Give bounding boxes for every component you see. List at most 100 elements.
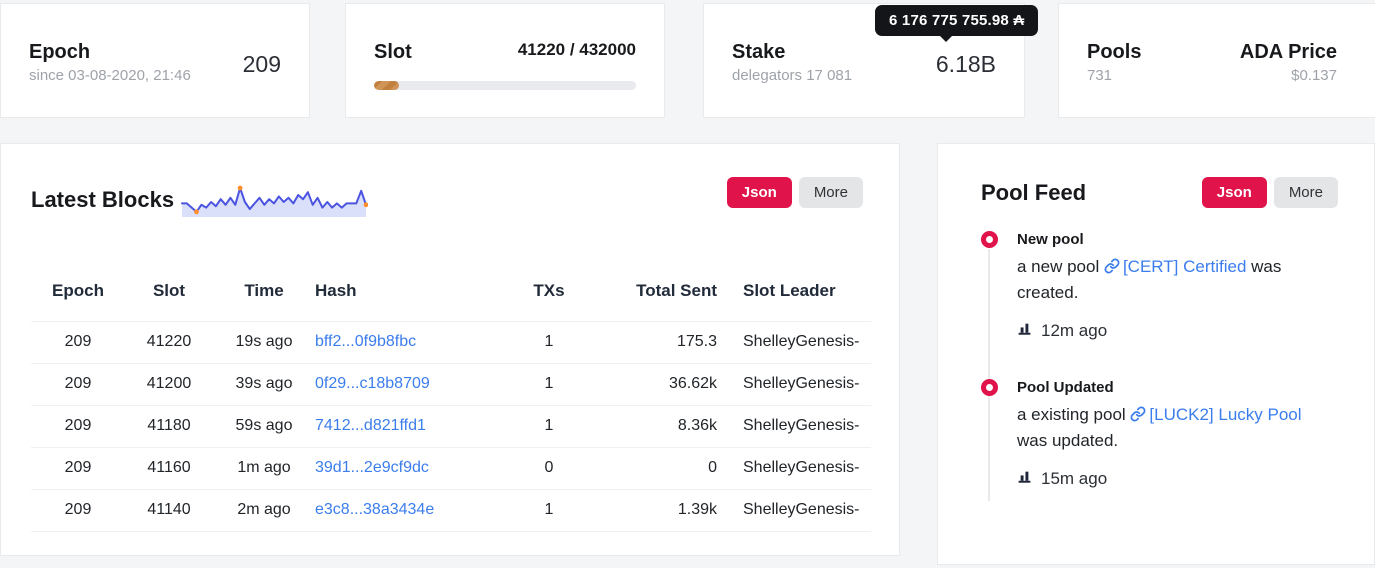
pools-value: 731 bbox=[1087, 67, 1113, 84]
slot-card: Slot 41220 / 432000 bbox=[345, 3, 665, 118]
feed-item-title: Pool Updated bbox=[1017, 379, 1114, 396]
cell-slot: 41200 bbox=[125, 362, 213, 405]
pool-feed-title: Pool Feed bbox=[981, 180, 1087, 205]
hash-link[interactable]: 7412...d821ffd1 bbox=[315, 417, 426, 434]
cell-slot-leader: ShelleyGenesis- bbox=[717, 488, 871, 532]
cell-total-sent: 175.3 bbox=[597, 320, 717, 363]
table-row: 209 41200 39s ago 0f29...c18b8709 1 36.62k She… bbox=[31, 362, 871, 405]
cell-slot: 41180 bbox=[125, 404, 213, 447]
cell-epoch: 209 bbox=[31, 404, 125, 447]
feed-item-title: New pool bbox=[1017, 231, 1084, 248]
feed-more-button[interactable]: More bbox=[1273, 177, 1338, 208]
pool-link[interactable]: [LUCK2] Lucky Pool bbox=[1130, 405, 1302, 424]
table-header-row: Epoch Slot Time Hash TXs Total Sent Slot… bbox=[31, 261, 871, 321]
latest-blocks-panel: Latest Blocks Json More Epoch Slot Time … bbox=[0, 143, 900, 556]
feed-item-time: 12m ago bbox=[1041, 321, 1108, 340]
cell-epoch: 209 bbox=[31, 362, 125, 405]
feed-marker-icon bbox=[981, 231, 998, 248]
activity-bars-icon bbox=[1018, 323, 1031, 335]
cell-txs: 1 bbox=[501, 404, 597, 447]
cell-epoch: 209 bbox=[31, 446, 125, 489]
blocks-more-button[interactable]: More bbox=[798, 177, 863, 208]
cell-hash: 0f29...c18b8709 bbox=[315, 362, 501, 405]
cell-time: 59s ago bbox=[213, 404, 315, 447]
pool-feed-panel: Pool Feed Json More New pool a new pool [… bbox=[937, 143, 1375, 565]
stake-subtitle: delegators 17 081 bbox=[732, 67, 853, 84]
table-row: 209 41160 1m ago 39d1...2e9cf9dc 0 0 ShelleyGe… bbox=[31, 446, 871, 489]
cell-total-sent: 36.62k bbox=[597, 362, 717, 405]
epoch-card: Epoch since 03-08-2020, 21:46 209 bbox=[0, 3, 310, 118]
activity-bars-icon bbox=[1018, 471, 1031, 483]
slot-progress-fill bbox=[374, 81, 399, 90]
cell-txs: 1 bbox=[501, 488, 597, 532]
chain-link-icon bbox=[1130, 406, 1146, 422]
cell-epoch: 209 bbox=[31, 488, 125, 532]
cell-total-sent: 0 bbox=[597, 446, 717, 489]
col-header-hash: Hash bbox=[315, 280, 357, 300]
cell-total-sent: 1.39k bbox=[597, 488, 717, 532]
feed-item: New pool a new pool [CERT] Certified was … bbox=[981, 231, 1338, 341]
cell-total-sent: 8.36k bbox=[597, 404, 717, 447]
hash-link[interactable]: e3c8...38a3434e bbox=[315, 501, 434, 518]
latest-blocks-title: Latest Blocks bbox=[31, 187, 175, 212]
slot-progress-bar bbox=[374, 81, 636, 90]
chain-link-icon bbox=[1104, 258, 1120, 274]
slot-value: 41220 / 432000 bbox=[517, 40, 636, 59]
epoch-value: 209 bbox=[242, 51, 281, 77]
cell-slot: 41140 bbox=[125, 488, 213, 532]
blocks-json-button[interactable]: Json bbox=[726, 177, 792, 208]
col-header-slot-leader: Slot Leader bbox=[743, 280, 836, 300]
cell-time: 1m ago bbox=[213, 446, 315, 489]
hash-link[interactable]: bff2...0f9b8fbc bbox=[315, 333, 416, 350]
feed-time-icon bbox=[1017, 469, 1032, 489]
feed-item-text: a new pool [CERT] Certified was created. bbox=[1017, 257, 1282, 302]
slot-title: Slot bbox=[374, 41, 412, 63]
feed-json-button[interactable]: Json bbox=[1201, 177, 1267, 208]
table-row: 209 41220 19s ago bff2...0f9b8fbc 1 175.3 Shel… bbox=[31, 320, 871, 363]
table-row: 209 41180 59s ago 7412...d821ffd1 1 8.36k Shel… bbox=[31, 404, 871, 447]
feed-marker-icon bbox=[981, 379, 998, 396]
cell-time: 39s ago bbox=[213, 362, 315, 405]
cell-time: 19s ago bbox=[213, 320, 315, 363]
feed-time-icon bbox=[1017, 321, 1032, 341]
pools-card: Pools 731 ADA Price $0.137 bbox=[1058, 3, 1375, 118]
stake-tooltip: 6 176 775 755.98 ₳ bbox=[875, 5, 1039, 42]
cell-time: 2m ago bbox=[213, 488, 315, 532]
latest-blocks-table: Epoch Slot Time Hash TXs Total Sent Slot… bbox=[31, 261, 871, 532]
col-header-time: Time bbox=[244, 280, 284, 300]
cell-slot-leader: ShelleyGenesis- bbox=[717, 320, 871, 363]
ada-price-value: $0.137 bbox=[1291, 67, 1337, 84]
table-row: 209 41140 2m ago e3c8...38a3434e 1 1.39k Shell… bbox=[31, 488, 871, 532]
cell-hash: bff2...0f9b8fbc bbox=[315, 320, 501, 363]
epoch-title: Epoch bbox=[29, 41, 91, 63]
pool-link[interactable]: [CERT] Certified bbox=[1104, 257, 1246, 276]
epoch-subtitle: since 03-08-2020, 21:46 bbox=[29, 67, 191, 84]
ada-price-title: ADA Price bbox=[1239, 41, 1337, 63]
cell-hash: e3c8...38a3434e bbox=[315, 488, 501, 532]
cell-txs: 1 bbox=[501, 362, 597, 405]
cell-slot: 41160 bbox=[125, 446, 213, 489]
col-header-total-sent: Total Sent bbox=[636, 280, 717, 300]
cell-hash: 39d1...2e9cf9dc bbox=[315, 446, 501, 489]
stake-value: 6.18B bbox=[935, 51, 996, 77]
cell-txs: 1 bbox=[501, 320, 597, 363]
col-header-slot: Slot bbox=[152, 280, 186, 300]
blocks-sparkline-chart bbox=[181, 185, 369, 217]
feed-item-text: a existing pool [LUCK2] Lucky Pool was u… bbox=[1017, 405, 1302, 450]
hash-link[interactable]: 39d1...2e9cf9dc bbox=[315, 459, 429, 476]
cell-slot-leader: ShelleyGenesis- bbox=[717, 446, 871, 489]
cell-hash: 7412...d821ffd1 bbox=[315, 404, 501, 447]
stake-title: Stake bbox=[732, 41, 786, 63]
pools-title: Pools bbox=[1087, 41, 1142, 63]
col-header-txs: TXs bbox=[533, 280, 565, 300]
feed-item-time: 15m ago bbox=[1041, 469, 1108, 488]
cell-slot-leader: ShelleyGenesis- bbox=[717, 362, 871, 405]
hash-link[interactable]: 0f29...c18b8709 bbox=[315, 375, 430, 392]
cell-txs: 0 bbox=[501, 446, 597, 489]
feed-item: Pool Updated a existing pool [LUCK2] Luck… bbox=[981, 379, 1338, 489]
cell-slot-leader: ShelleyGenesis- bbox=[717, 404, 871, 447]
stake-tooltip-value: 6 176 775 755.98 ₳ bbox=[889, 12, 1025, 29]
col-header-epoch: Epoch bbox=[52, 280, 104, 300]
cell-epoch: 209 bbox=[31, 320, 125, 363]
cell-slot: 41220 bbox=[125, 320, 213, 363]
